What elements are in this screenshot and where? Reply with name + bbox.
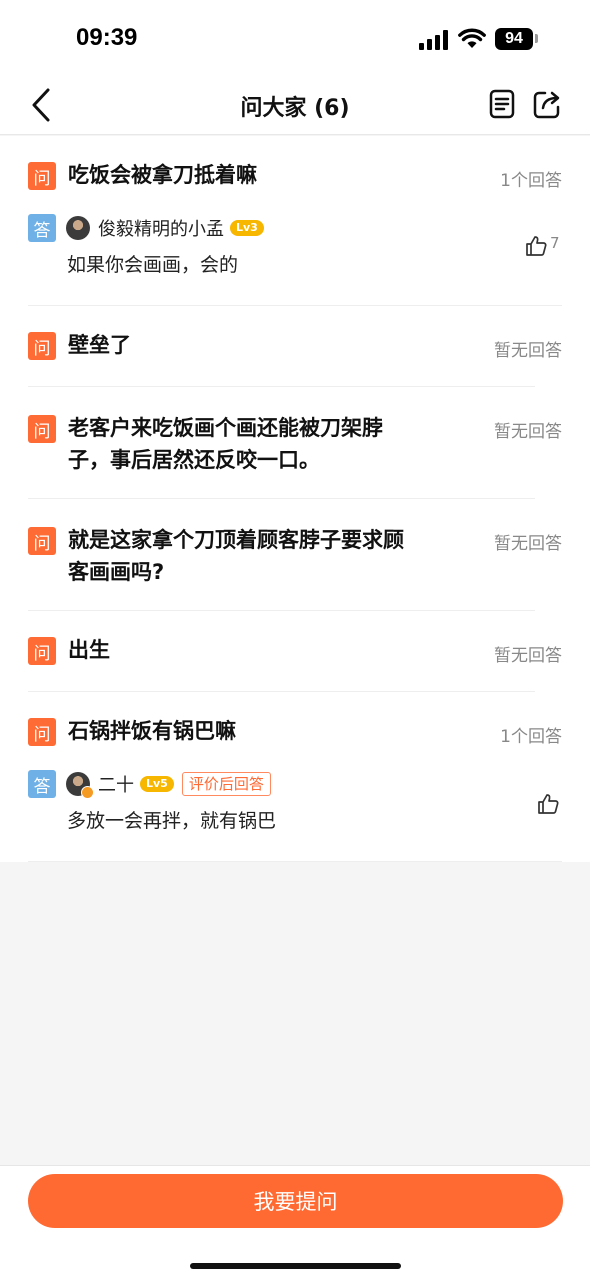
username: 俊毅精明的小孟: [98, 219, 224, 240]
question-row: 问 出生: [28, 637, 110, 666]
username: 二十: [98, 775, 134, 796]
avatar: [66, 772, 94, 799]
battery-indicator: 94: [495, 28, 533, 50]
question-text: 老客户来吃饭画个画还能被刀架脖 子，事后居然还反咬一口。: [68, 412, 383, 476]
qa-item[interactable]: 问 就是这家拿个刀顶着顾客脖子要求顾 客画画吗? 暂无回答: [0, 499, 590, 611]
question-row: 问 壁垒了: [28, 332, 131, 361]
question-row: 问 老客户来吃饭画个画还能被刀架脖 子，事后居然还反咬一口。: [28, 415, 383, 476]
question-text: 就是这家拿个刀顶着顾客脖子要求顾 客画画吗?: [68, 524, 404, 588]
cellular-signal-icon: [419, 30, 448, 50]
divider: [28, 861, 562, 862]
battery-nub: [535, 34, 538, 43]
question-text: 出生: [68, 638, 110, 662]
question-badge: 问: [28, 332, 56, 360]
question-badge: 问: [28, 162, 56, 190]
nav-bar: 问大家 (6): [0, 75, 590, 135]
answer-badge: 答: [28, 214, 56, 242]
like-button[interactable]: 7: [524, 234, 560, 258]
answer-user[interactable]: 二十 Lv5 评价后回答: [66, 771, 271, 799]
review-tag: 评价后回答: [181, 772, 271, 796]
question-text-line: 老客户来吃饭画个画还能被刀架脖: [68, 416, 383, 440]
verified-icon: [81, 786, 94, 799]
document-icon[interactable]: [487, 89, 517, 119]
footer-bar: 我要提问: [0, 1165, 590, 1280]
answer-header: 答 二十 Lv5 评价后回答: [28, 770, 271, 799]
home-indicator: [190, 1263, 401, 1269]
thumbs-up-icon: [538, 794, 559, 814]
like-count: 7: [550, 234, 560, 252]
qa-item[interactable]: 问 出生 暂无回答: [0, 611, 590, 692]
question-text-line: 子，事后居然还反咬一口。: [68, 448, 320, 472]
answer-count: 1个回答: [500, 171, 562, 191]
answer-count: 1个回答: [500, 727, 562, 747]
answer-count: 暂无回答: [494, 646, 562, 666]
question-text-line: 就是这家拿个刀顶着顾客脖子要求顾: [68, 528, 404, 552]
answer-user[interactable]: 俊毅精明的小孟 Lv3: [66, 215, 264, 241]
answer-text: 如果你会画画，会的: [67, 254, 239, 276]
qa-item[interactable]: 问 石锅拌饭有锅巴嘛 1个回答 答 二十 Lv5 评价后回答 多放一会再拌，就有…: [0, 692, 590, 862]
question-text: 石锅拌饭有锅巴嘛: [68, 719, 236, 743]
question-badge: 问: [28, 637, 56, 665]
like-button[interactable]: [536, 792, 562, 816]
question-badge: 问: [28, 527, 56, 555]
answer-count: 暂无回答: [494, 341, 562, 361]
answer-header: 答 俊毅精明的小孟 Lv3: [28, 214, 264, 242]
thumbs-up-icon: [526, 236, 547, 256]
status-bar: 09:39 94: [0, 0, 590, 75]
question-row: 问 石锅拌饭有锅巴嘛: [28, 718, 236, 747]
qa-item[interactable]: 问 壁垒了 暂无回答: [0, 306, 590, 387]
level-badge: Lv5: [140, 776, 174, 792]
status-time: 09:39: [76, 24, 138, 51]
answer-text: 多放一会再拌，就有锅巴: [67, 810, 277, 832]
question-badge: 问: [28, 718, 56, 746]
qa-item[interactable]: 问 吃饭会被拿刀抵着嘛 1个回答 答 俊毅精明的小孟 Lv3 如果你会画画，会的…: [0, 136, 590, 306]
question-row: 问 就是这家拿个刀顶着顾客脖子要求顾 客画画吗?: [28, 527, 404, 588]
question-row: 问 吃饭会被拿刀抵着嘛: [28, 162, 257, 191]
ask-question-button[interactable]: 我要提问: [28, 1174, 563, 1228]
qa-item[interactable]: 问 老客户来吃饭画个画还能被刀架脖 子，事后居然还反咬一口。 暂无回答: [0, 387, 590, 499]
level-badge: Lv3: [230, 220, 264, 236]
answer-badge: 答: [28, 770, 56, 798]
question-text: 吃饭会被拿刀抵着嘛: [68, 163, 257, 187]
question-text-line: 客画画吗?: [68, 560, 165, 584]
question-text: 壁垒了: [68, 333, 131, 357]
avatar: [66, 216, 90, 240]
answer-count: 暂无回答: [494, 422, 562, 442]
qa-list: 问 吃饭会被拿刀抵着嘛 1个回答 答 俊毅精明的小孟 Lv3 如果你会画画，会的…: [0, 136, 590, 862]
share-icon[interactable]: [532, 89, 562, 119]
question-badge: 问: [28, 415, 56, 443]
answer-count: 暂无回答: [494, 534, 562, 554]
wifi-icon: [458, 28, 486, 48]
